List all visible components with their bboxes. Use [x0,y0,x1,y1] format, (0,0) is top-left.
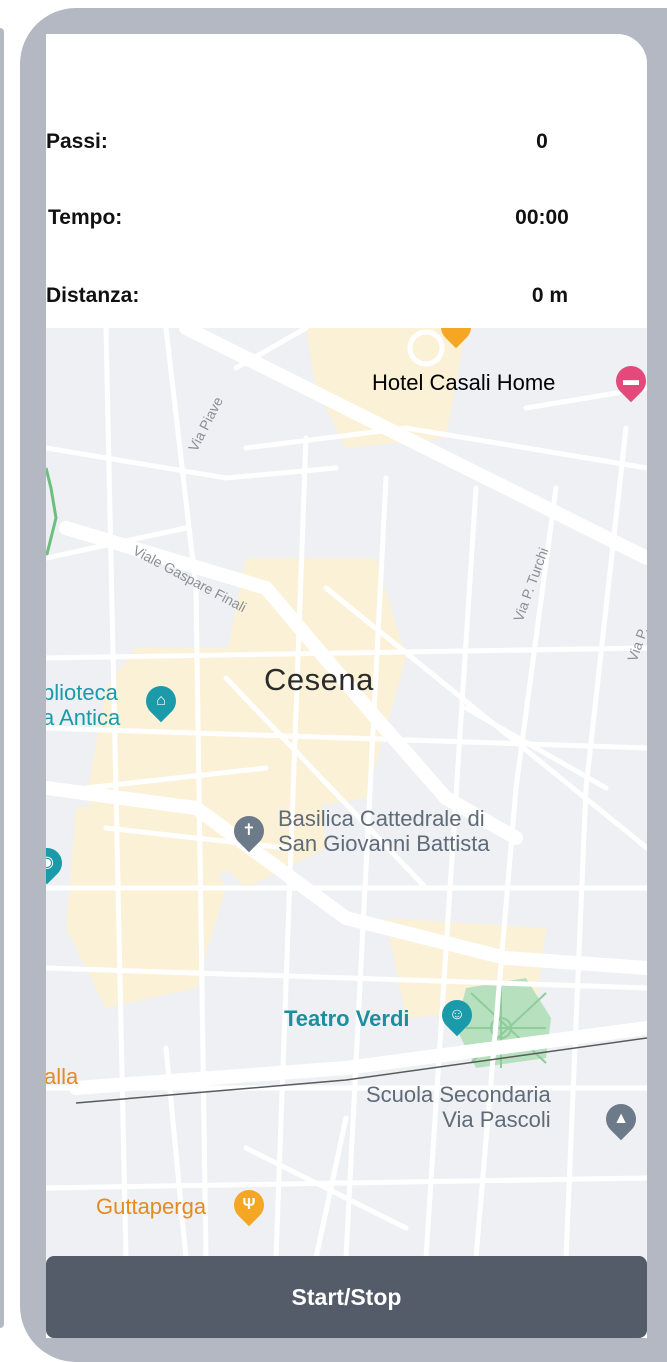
city-label: Cesena [264,662,374,697]
poi-scuola-label[interactable]: Scuola Secondaria Via Pascoli [366,1082,551,1132]
distance-row: Distanza: 0 m [46,276,647,316]
poi-hotel-label[interactable]: Hotel Casali Home [372,370,555,395]
distance-label: Distanza: [46,284,140,307]
graduation-cap-icon[interactable]: ▲ [599,1097,643,1141]
time-value: 00:00 [515,206,569,229]
time-label: Tempo: [48,206,123,229]
adjacent-frame-edge [0,28,4,1328]
bed-icon[interactable]: ▬ [609,359,647,403]
stats-panel: Passi: 0 Tempo: 00:00 Distanza: 0 m [46,34,647,328]
poi-library-label[interactable]: blioteca a Antica [46,680,120,730]
cross-icon[interactable]: ✝ [227,809,271,853]
app-screen: Passi: 0 Tempo: 00:00 Distanza: 0 m Hote… [46,34,647,1338]
time-row: Tempo: 00:00 [46,198,647,238]
poi-guttaperga-label[interactable]: Guttaperga [96,1194,206,1219]
poi-basilica-label[interactable]: Basilica Cattedrale di San Giovanni Batt… [278,806,490,856]
theater-icon[interactable]: ☺ [435,993,479,1037]
map-view[interactable]: Hotel Casali Home ▬ Via Piave Viale Gasp… [46,328,647,1258]
steps-value: 0 [536,130,548,153]
distance-value: 0 m [531,284,569,307]
museum-icon[interactable]: ⌂ [139,679,183,723]
map-streets [46,328,647,1258]
steps-row: Passi: 0 [46,122,647,162]
adjacent-frame [0,0,12,1362]
poi-teatro-label[interactable]: Teatro Verdi [284,1006,410,1031]
start-stop-button[interactable]: Start/Stop [46,1256,647,1338]
poi-alla-label[interactable]: alla [46,1064,78,1089]
steps-label: Passi: [46,130,108,153]
restaurant-icon[interactable]: Ψ [227,1183,271,1227]
